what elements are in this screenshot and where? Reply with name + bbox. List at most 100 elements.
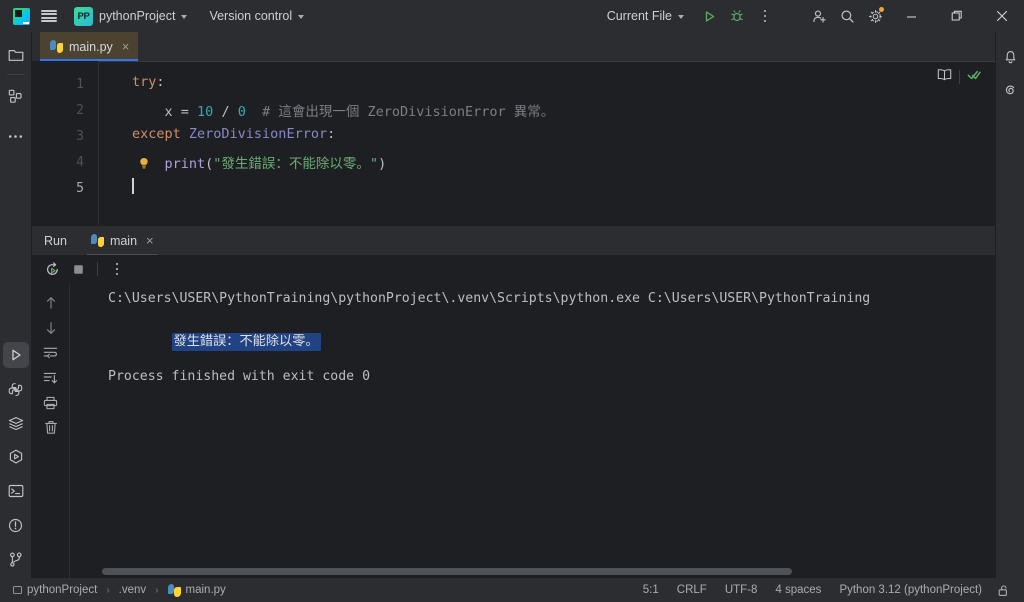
more-vertical-icon[interactable]: [751, 3, 779, 29]
console-horizontal-scrollbar[interactable]: [70, 566, 987, 576]
indent-widget[interactable]: 4 spaces: [766, 580, 830, 600]
breadcrumb-separator: ›: [106, 584, 110, 596]
line-number: 2: [76, 103, 84, 118]
notification-dot: [879, 7, 884, 12]
run-play-icon[interactable]: [695, 3, 723, 29]
soft-wrap-icon[interactable]: [39, 341, 63, 364]
code-line-3: except ZeroDivisionError:: [132, 126, 336, 142]
scroll-to-end-icon[interactable]: [39, 366, 63, 389]
gutter-divider: [98, 61, 99, 225]
more-vertical-icon[interactable]: [105, 258, 129, 280]
sidebar-item-terminal[interactable]: [3, 478, 29, 504]
rerun-icon[interactable]: [40, 258, 64, 280]
run-toolbar: [32, 255, 995, 283]
line-number: 1: [76, 77, 84, 92]
settings-gear-icon[interactable]: [861, 3, 889, 29]
run-window-header: Run main ×: [32, 225, 995, 256]
selected-output-text[interactable]: 發生錯誤：不能除以零。: [171, 333, 321, 351]
left-rail-bottom: [2, 334, 29, 578]
minimize-icon[interactable]: [889, 0, 934, 32]
title-bar-right: Current File: [600, 0, 1024, 32]
console-output[interactable]: C:\Users\USER\PythonTraining\pythonProje…: [70, 283, 995, 578]
editor-top-right-icons: [937, 68, 981, 86]
breadcrumb-separator: ›: [155, 584, 159, 596]
close-icon[interactable]: [979, 0, 1024, 32]
close-icon[interactable]: ×: [119, 40, 130, 53]
hamburger-menu-icon[interactable]: [35, 3, 63, 29]
book-icon[interactable]: [937, 68, 952, 86]
scrollbar-thumb[interactable]: [102, 568, 792, 575]
printer-icon[interactable]: [39, 391, 63, 414]
breadcrumb-label: pythonProject: [27, 584, 98, 596]
status-bar-right: 5:1 CRLF UTF-8 4 spaces Python 3.12 (pyt…: [634, 580, 1024, 600]
right-tool-rail: [995, 32, 1024, 578]
code-line-2: x = 10 / 0 # 這會出現一個 ZeroDivisionError 異常…: [132, 104, 555, 120]
close-icon[interactable]: ×: [143, 234, 154, 247]
project-badge: PP: [74, 6, 93, 26]
editor-tab-main-py[interactable]: main.py ×: [40, 32, 139, 61]
add-user-icon[interactable]: [805, 3, 833, 29]
project-name-label: pythonProject: [99, 9, 176, 23]
run-tab-main[interactable]: main ×: [85, 226, 160, 256]
sidebar-item-services[interactable]: [3, 410, 29, 436]
breadcrumb-label: .venv: [118, 584, 147, 596]
stop-square-icon[interactable]: [66, 258, 90, 280]
run-tab-label: main: [109, 233, 138, 248]
sidebar-item-structure[interactable]: [3, 83, 29, 109]
sidebar-item-more[interactable]: [3, 123, 29, 149]
text-caret: [132, 178, 134, 194]
run-configuration-selector[interactable]: Current File: [600, 4, 691, 28]
sidebar-item-problems[interactable]: [3, 512, 29, 538]
arrow-down-icon[interactable]: [39, 316, 63, 339]
sidebar-item-python-console[interactable]: [3, 444, 29, 470]
version-control-widget[interactable]: Version control: [202, 4, 311, 28]
editor-gutter: 1 2 3 4 5: [32, 61, 98, 225]
sidebar-item-project[interactable]: [3, 42, 29, 68]
encoding-widget[interactable]: UTF-8: [716, 580, 767, 600]
sidebar-item-version-control[interactable]: [3, 546, 29, 572]
breadcrumb-item-venv[interactable]: .venv: [116, 581, 150, 600]
code-line-4: print("發生錯誤：不能除以零。"): [164, 156, 387, 172]
python-icon: [50, 40, 63, 53]
code-line-1: try:: [132, 74, 165, 90]
breadcrumb: pythonProject › .venv › main.py: [0, 581, 229, 600]
version-control-label: Version control: [209, 9, 293, 23]
checkmark-icon[interactable]: [967, 68, 981, 86]
line-number: 3: [76, 129, 84, 144]
python-icon: [90, 234, 104, 247]
console-result-line: 發生錯誤：不能除以零。: [108, 315, 321, 364]
sidebar-item-python-packages[interactable]: [3, 376, 29, 402]
line-number-current: 5: [76, 181, 84, 196]
line-separator-widget[interactable]: CRLF: [668, 580, 716, 600]
project-selector[interactable]: PP pythonProject: [67, 4, 194, 28]
divider: [97, 262, 98, 276]
console-exit-line: Process finished with exit code 0: [108, 369, 371, 384]
pycharm-logo-icon[interactable]: [7, 3, 35, 29]
code-editor[interactable]: 1 2 3 4 5 try: x = 10 / 0 # 這會出現一個 ZeroD…: [32, 61, 995, 225]
debug-bug-icon[interactable]: [723, 3, 751, 29]
trash-icon[interactable]: [39, 416, 63, 439]
breadcrumb-label: main.py: [185, 584, 226, 596]
status-bar: pythonProject › .venv › main.py 5:1 CRLF…: [0, 578, 1024, 602]
arrow-up-icon[interactable]: [39, 291, 63, 314]
console-command-line: C:\Users\USER\PythonTraining\pythonProje…: [108, 291, 871, 306]
ai-assistant-spiral-icon[interactable]: [997, 78, 1023, 104]
run-window-title: Run: [44, 233, 67, 248]
caret-position-widget[interactable]: 5:1: [634, 580, 668, 600]
search-icon[interactable]: [833, 3, 861, 29]
chevron-down-icon: [181, 14, 188, 19]
folder-icon: [13, 586, 22, 594]
code-content[interactable]: try: x = 10 / 0 # 這會出現一個 ZeroDivisionErr…: [110, 61, 995, 225]
unlocked-icon[interactable]: [991, 580, 1016, 600]
breadcrumb-item-project[interactable]: pythonProject: [10, 581, 100, 600]
notifications-bell-icon[interactable]: [997, 44, 1023, 70]
editor-tab-bar: main.py ×: [32, 32, 995, 61]
sidebar-item-run[interactable]: [2, 342, 29, 368]
python-icon: [167, 583, 181, 597]
editor-tab-label: main.py: [69, 39, 113, 54]
breadcrumb-item-file[interactable]: main.py: [165, 581, 229, 600]
interpreter-widget[interactable]: Python 3.12 (pythonProject): [830, 580, 991, 600]
chevron-down-icon: [298, 14, 305, 19]
console-side-toolbar: [32, 283, 70, 578]
maximize-restore-icon[interactable]: [934, 0, 979, 32]
